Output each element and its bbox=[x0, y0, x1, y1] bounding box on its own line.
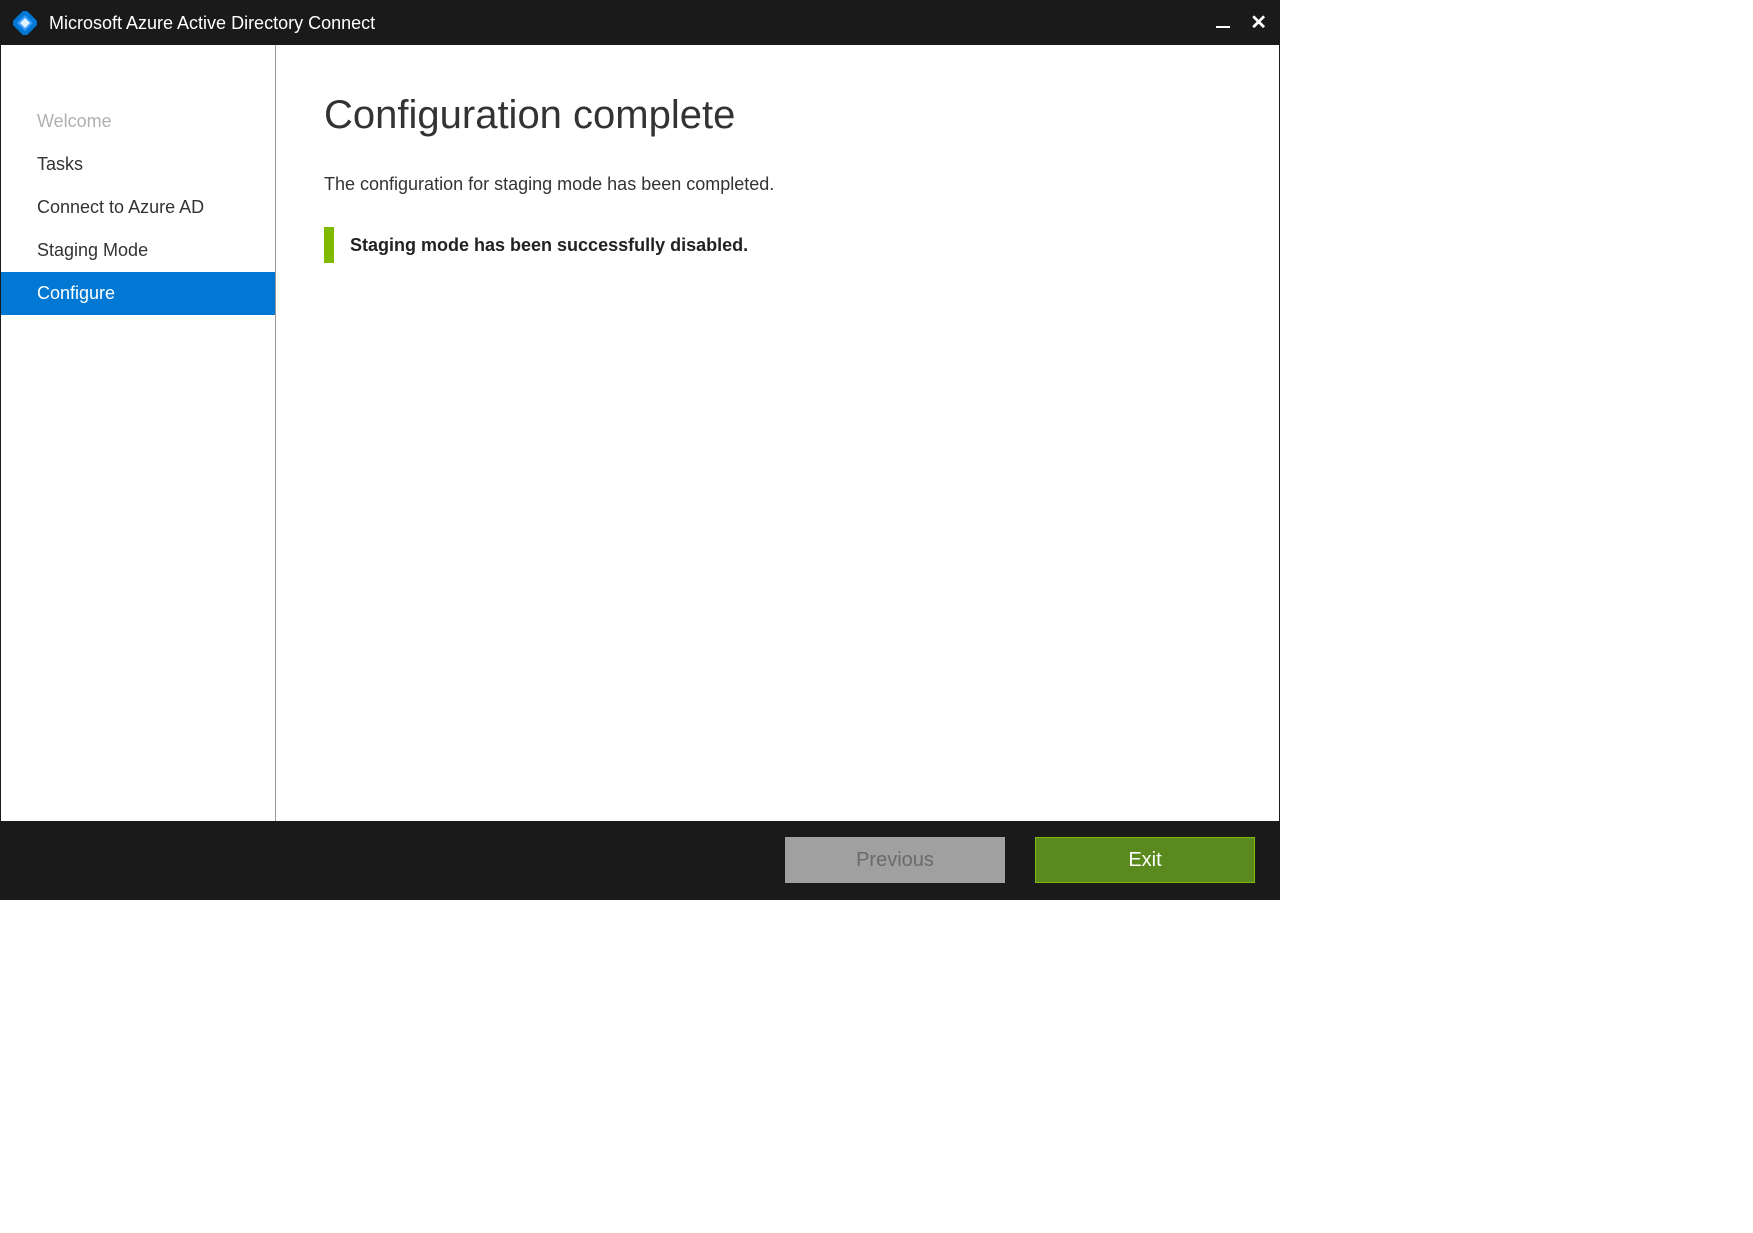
success-indicator-bar bbox=[324, 227, 334, 263]
sidebar-item-welcome[interactable]: Welcome bbox=[1, 100, 275, 143]
minimize-button[interactable] bbox=[1216, 26, 1230, 28]
page-description: The configuration for staging mode has b… bbox=[324, 174, 1231, 195]
main-content: Configuration complete The configuration… bbox=[276, 45, 1279, 821]
status-message: Staging mode has been successfully disab… bbox=[350, 235, 748, 256]
sidebar-item-configure[interactable]: Configure bbox=[1, 272, 275, 315]
titlebar: Microsoft Azure Active Directory Connect… bbox=[1, 1, 1279, 45]
sidebar-item-tasks[interactable]: Tasks bbox=[1, 143, 275, 186]
window-controls: ✕ bbox=[1216, 13, 1267, 33]
status-banner: Staging mode has been successfully disab… bbox=[324, 227, 1231, 263]
page-heading: Configuration complete bbox=[324, 93, 1231, 138]
exit-button[interactable]: Exit bbox=[1035, 837, 1255, 883]
sidebar-item-connect-to-azure-ad[interactable]: Connect to Azure AD bbox=[1, 186, 275, 229]
app-icon bbox=[13, 11, 37, 35]
close-button[interactable]: ✕ bbox=[1250, 13, 1267, 33]
previous-button: Previous bbox=[785, 837, 1005, 883]
footer: Previous Exit bbox=[1, 821, 1279, 899]
sidebar-item-staging-mode[interactable]: Staging Mode bbox=[1, 229, 275, 272]
sidebar: Welcome Tasks Connect to Azure AD Stagin… bbox=[1, 45, 276, 821]
app-title: Microsoft Azure Active Directory Connect bbox=[49, 13, 1216, 34]
